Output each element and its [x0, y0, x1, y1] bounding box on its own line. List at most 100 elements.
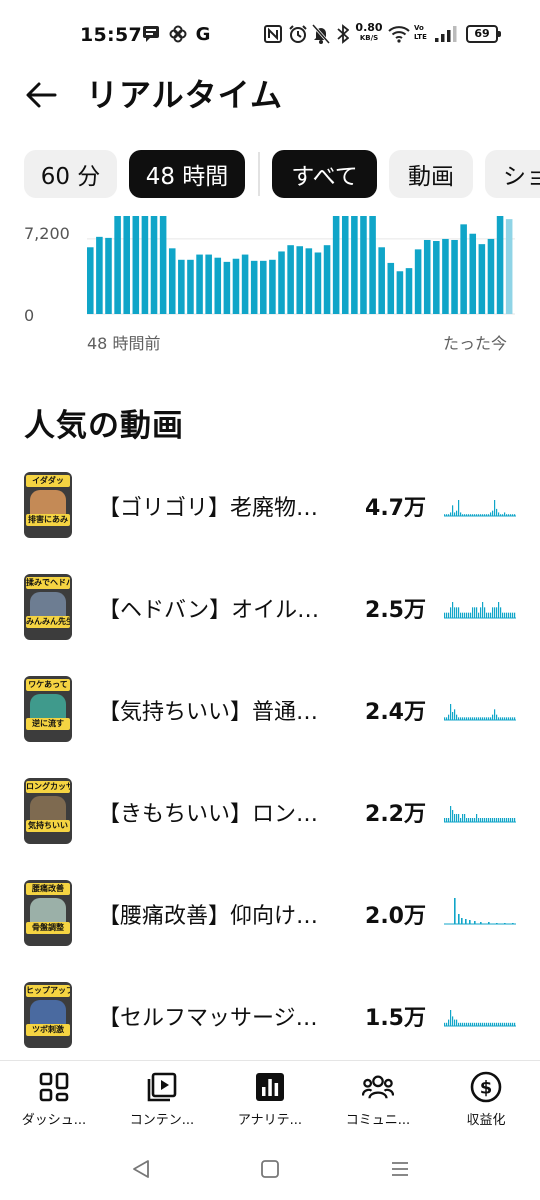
- sparkline-bar: [480, 922, 482, 924]
- sparkline-bar: [450, 704, 452, 720]
- sparkline-bar: [482, 818, 484, 822]
- community-icon: [362, 1071, 394, 1103]
- nav-content[interactable]: コンテン...: [108, 1067, 216, 1135]
- video-views: 4.7万: [365, 496, 426, 521]
- battery-icon: 69: [466, 25, 501, 43]
- chip-all[interactable]: すべて: [272, 150, 377, 198]
- video-row[interactable]: ワケあって逆に流す 【気持ちいい】普通のマッサージ 2.4万: [0, 672, 540, 744]
- sparkline-bar: [480, 607, 482, 618]
- sparkline-bar: [450, 512, 452, 516]
- sparkline-bar: [454, 898, 456, 924]
- sparkline-bar: [512, 717, 514, 720]
- sparkline-bar: [472, 607, 474, 618]
- sparkline-bar: [486, 717, 488, 720]
- sparkline-bar: [482, 514, 484, 516]
- system-recents-button[interactable]: [385, 1154, 415, 1184]
- video-row[interactable]: イダダッ排害にあみ 【ゴリゴリ】老廃物を流す 4.7万: [0, 468, 540, 540]
- sparkline-bar: [470, 717, 472, 720]
- back-button[interactable]: [20, 74, 62, 116]
- x-label-start: 48 時間前: [87, 334, 161, 353]
- sparkline-bar: [446, 818, 448, 822]
- system-home-button[interactable]: [255, 1154, 285, 1184]
- filter-chips: 60 分 48 時間 すべて 動画 ショ: [0, 150, 540, 200]
- sparkline-bar: [468, 514, 470, 516]
- status-time: 15:57: [80, 24, 142, 46]
- sparkline-bar: [512, 514, 514, 516]
- video-views: 2.0万: [365, 904, 426, 929]
- video-row[interactable]: ロングカッサで気持ちいい 【きもちいい】ロングカッサ 2.2万: [0, 774, 540, 846]
- thumbnail-caption-top: イダダッ: [26, 475, 70, 487]
- chip-60-minutes[interactable]: 60 分: [24, 150, 117, 198]
- video-sparkline: [444, 898, 516, 925]
- wifi-icon: [388, 24, 410, 44]
- sparkline-bar: [464, 814, 466, 822]
- sparkline-bar: [458, 717, 460, 720]
- chart-bar: [168, 248, 176, 314]
- sparkline-bar: [480, 717, 482, 720]
- chart-bar: [132, 216, 140, 314]
- sparkline-bar: [500, 514, 502, 516]
- video-title: 【セルフマッサージ】ヒップアップ: [98, 1006, 330, 1031]
- sparkline-bar: [456, 510, 458, 516]
- sparkline-bar: [478, 818, 480, 822]
- sparkline-bar: [470, 1022, 472, 1026]
- chart-bar: [141, 216, 149, 314]
- video-thumbnail: 揉みでヘドバンみんみん先生: [24, 574, 72, 640]
- sparkline-bar: [452, 810, 454, 822]
- sparkline-bar: [456, 607, 458, 618]
- sparkline-bar: [488, 612, 490, 618]
- y-tick-top: 7,200: [24, 224, 70, 243]
- system-back-button[interactable]: [126, 1154, 156, 1184]
- chart-bar: [196, 254, 203, 314]
- chart-bar: [296, 246, 304, 314]
- chart-bar: [150, 216, 158, 314]
- sparkline-bar: [458, 814, 460, 822]
- sparkline-bar: [446, 717, 448, 720]
- sparkline-bar: [514, 717, 516, 720]
- sparkline-bar: [496, 714, 498, 720]
- sparkline-bar: [482, 717, 484, 720]
- sparkline-bar: [506, 1022, 508, 1026]
- chart-bar: [287, 245, 294, 314]
- recents-icon: [392, 1162, 408, 1176]
- chart-bar: [260, 260, 267, 314]
- sparkline-bar: [510, 1022, 512, 1026]
- sparkline-bar: [502, 612, 504, 618]
- sparkline-bar: [474, 514, 476, 516]
- nav-dashboard[interactable]: ダッシュ...: [0, 1067, 108, 1135]
- chip-48-hours[interactable]: 48 時間: [129, 150, 245, 198]
- chart-bar: [323, 245, 331, 314]
- sparkline-bar: [510, 818, 512, 822]
- sparkline-bar: [504, 923, 506, 924]
- video-row[interactable]: 揉みでヘドバンみんみん先生 【ヘドバン】オイルマッサージ 2.5万: [0, 570, 540, 642]
- sparkline-bar: [486, 612, 488, 618]
- sparkline-bar: [466, 818, 468, 822]
- sparkline-bar: [488, 514, 490, 516]
- thumbnail-caption-bottom: 排害にあみ: [26, 514, 70, 526]
- sparkline-bar: [484, 514, 486, 516]
- chart-bar: [250, 260, 258, 314]
- sparkline-bar: [512, 923, 514, 924]
- sparkline-bar: [498, 1022, 500, 1026]
- chip-shorts[interactable]: ショ: [485, 150, 540, 198]
- thumbnail-caption-top: ロングカッサで: [26, 781, 70, 793]
- sparkline-bar: [468, 1022, 470, 1026]
- nav-earn[interactable]: $ 収益化: [432, 1067, 540, 1135]
- sparkline-bar: [506, 818, 508, 822]
- nav-analytics-label: アナリテ...: [237, 1113, 303, 1128]
- nav-community[interactable]: コミュニ...: [324, 1067, 432, 1135]
- chart-bar: [341, 216, 349, 314]
- video-row[interactable]: 腰痛改善骨盤調整 【腰痛改善】仰向けストレッチ 2.0万: [0, 876, 540, 948]
- chart-bar: [105, 237, 112, 314]
- x-label-end: たった今: [443, 334, 508, 353]
- sparkline-bar: [494, 818, 496, 822]
- thumbnail-caption-bottom: 骨盤調整: [26, 922, 70, 934]
- video-row[interactable]: ヒップアップツボ刺激 【セルフマッサージ】ヒップアップ 1.5万: [0, 978, 540, 1050]
- sparkline-bar: [476, 1022, 478, 1026]
- chip-videos[interactable]: 動画: [389, 150, 473, 198]
- sparkline-bar: [480, 1022, 482, 1026]
- sparkline-bar: [456, 814, 458, 822]
- sparkline-bar: [496, 607, 498, 618]
- sparkline-bar: [452, 602, 454, 618]
- nav-analytics[interactable]: アナリテ...: [216, 1067, 324, 1135]
